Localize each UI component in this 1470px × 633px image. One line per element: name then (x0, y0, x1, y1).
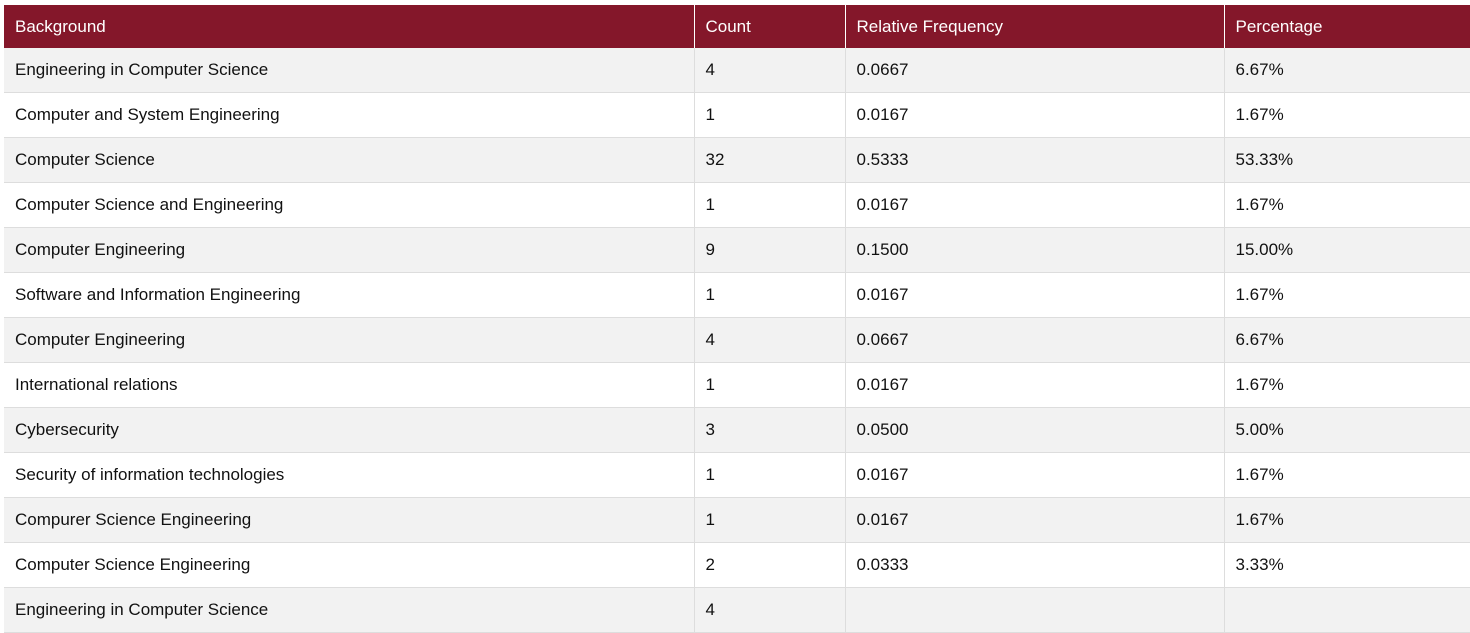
cell-count: 2 (694, 542, 846, 588)
cell-background: Engineering in Computer Science (4, 587, 695, 633)
cell-percentage: 6.67% (1224, 317, 1470, 363)
cell-relative-frequency: 0.0167 (845, 182, 1225, 228)
cell-percentage: 5.00% (1224, 407, 1470, 453)
column-header-background: Background (4, 5, 695, 48)
cell-percentage: 1.67% (1224, 362, 1470, 408)
cell-background: Cybersecurity (4, 407, 695, 453)
table-row: Computer Science 32 0.5333 53.33% (4, 137, 1470, 183)
cell-relative-frequency: 0.0500 (845, 407, 1225, 453)
cell-count: 1 (694, 362, 846, 408)
cell-percentage: 15.00% (1224, 227, 1470, 273)
table-row: Computer Engineering 9 0.1500 15.00% (4, 227, 1470, 273)
cell-percentage: 53.33% (1224, 137, 1470, 183)
cell-relative-frequency: 0.0167 (845, 452, 1225, 498)
background-table-container: Background Count Relative Frequency Perc… (4, 5, 1470, 633)
cell-relative-frequency: 0.0167 (845, 272, 1225, 318)
table-row: Computer and System Engineering 1 0.0167… (4, 92, 1470, 138)
cell-relative-frequency: 0.1500 (845, 227, 1225, 273)
cell-count: 4 (694, 48, 846, 93)
background-frequency-table: Background Count Relative Frequency Perc… (4, 5, 1470, 633)
table-row: Cybersecurity 3 0.0500 5.00% (4, 407, 1470, 453)
cell-background: Security of information technologies (4, 452, 695, 498)
cell-background: Computer Engineering (4, 317, 695, 363)
cell-relative-frequency: 0.5333 (845, 137, 1225, 183)
table-row: International relations 1 0.0167 1.67% (4, 362, 1470, 408)
cell-relative-frequency: 0.0333 (845, 542, 1225, 588)
cell-percentage: 1.67% (1224, 92, 1470, 138)
header-row: Background Count Relative Frequency Perc… (4, 5, 1470, 48)
cell-relative-frequency: 0.0167 (845, 362, 1225, 408)
cell-percentage: 1.67% (1224, 272, 1470, 318)
cell-percentage: 1.67% (1224, 182, 1470, 228)
cell-percentage: 3.33% (1224, 542, 1470, 588)
cell-count: 1 (694, 497, 846, 543)
table-row: Computer Science Engineering 2 0.0333 3.… (4, 542, 1470, 588)
cell-relative-frequency: 0.0167 (845, 497, 1225, 543)
cell-background: Computer Science Engineering (4, 542, 695, 588)
cell-count: 1 (694, 272, 846, 318)
cell-background: Computer Science (4, 137, 695, 183)
cell-background: Engineering in Computer Science (4, 48, 695, 93)
cell-percentage: 1.67% (1224, 497, 1470, 543)
cell-background: Computer and System Engineering (4, 92, 695, 138)
table-row: Engineering in Computer Science 4 0.0667… (4, 48, 1470, 93)
cell-percentage: 6.67% (1224, 48, 1470, 93)
cell-count: 9 (694, 227, 846, 273)
cell-count: 1 (694, 92, 846, 138)
cell-count: 32 (694, 137, 846, 183)
cell-relative-frequency: 0.0167 (845, 92, 1225, 138)
cell-count: 4 (694, 587, 846, 633)
table-row: Software and Information Engineering 1 0… (4, 272, 1470, 318)
cell-background: International relations (4, 362, 695, 408)
table-row: Compurer Science Engineering 1 0.0167 1.… (4, 497, 1470, 543)
cell-count: 1 (694, 182, 846, 228)
table-row: Security of information technologies 1 0… (4, 452, 1470, 498)
cell-count: 1 (694, 452, 846, 498)
cell-background: Software and Information Engineering (4, 272, 695, 318)
column-header-percentage: Percentage (1224, 5, 1470, 48)
column-header-relative-frequency: Relative Frequency (845, 5, 1225, 48)
table-row: Computer Science and Engineering 1 0.016… (4, 182, 1470, 228)
cell-percentage: 1.67% (1224, 452, 1470, 498)
cell-background: Computer Engineering (4, 227, 695, 273)
cell-relative-frequency: 0.0667 (845, 48, 1225, 93)
cell-relative-frequency: 0.0667 (845, 317, 1225, 363)
table-body: Engineering in Computer Science 4 0.0667… (4, 48, 1470, 633)
cell-relative-frequency (845, 587, 1225, 633)
table-row: Computer Engineering 4 0.0667 6.67% (4, 317, 1470, 363)
cell-background: Compurer Science Engineering (4, 497, 695, 543)
table-header: Background Count Relative Frequency Perc… (4, 5, 1470, 48)
column-header-count: Count (694, 5, 846, 48)
cell-percentage (1224, 587, 1470, 633)
cell-background: Computer Science and Engineering (4, 182, 695, 228)
cell-count: 4 (694, 317, 846, 363)
cell-count: 3 (694, 407, 846, 453)
table-row: Engineering in Computer Science 4 (4, 587, 1470, 633)
